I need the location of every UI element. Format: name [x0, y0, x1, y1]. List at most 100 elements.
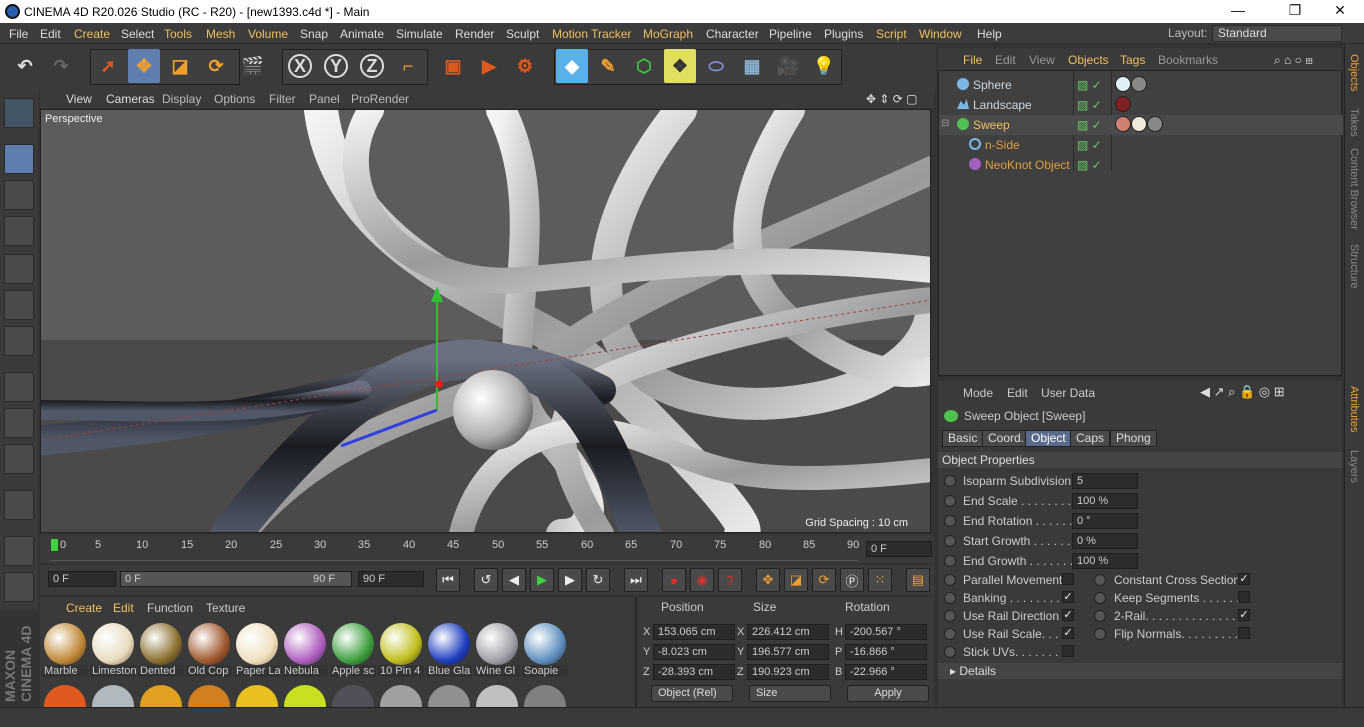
tab-coord[interactable]: Coord. [982, 430, 1031, 447]
rot-b-field[interactable]: -22.966 ° [845, 664, 927, 680]
cloner-icon[interactable]: ❖ [664, 49, 696, 83]
end-rotation-field[interactable]: 0 ° [1072, 513, 1138, 529]
points-mode-icon[interactable] [4, 254, 34, 284]
attr-menu-edit[interactable]: Edit [1007, 386, 1028, 400]
keyframe-radio[interactable] [944, 592, 956, 604]
attr-menu-mode[interactable]: Mode [963, 386, 993, 400]
axis-mode-icon[interactable] [4, 372, 34, 402]
edges-mode-icon[interactable] [4, 290, 34, 320]
use-rail-direction-checkbox[interactable]: ✓ [1062, 609, 1074, 621]
object-menu-tags[interactable]: Tags [1120, 53, 1145, 67]
menu-mesh[interactable]: Mesh [206, 27, 235, 41]
pos-z-field[interactable]: -28.393 cm [653, 664, 735, 680]
visibility-check-icon[interactable]: ▨ ✓ [1077, 78, 1102, 92]
menu-help[interactable]: Help [977, 27, 1002, 41]
material-tags[interactable] [1115, 76, 1147, 95]
pos-y-field[interactable]: -8.023 cm [653, 644, 735, 660]
size-x-field[interactable]: 226.412 cm [747, 624, 829, 640]
object-menu-view[interactable]: View [1029, 53, 1055, 67]
coordinate-system-icon[interactable]: ⌐ [392, 49, 424, 83]
size-z-field[interactable]: 190.923 cm [747, 664, 829, 680]
next-key-icon[interactable]: ↻ [586, 568, 610, 592]
material-swatch[interactable] [380, 685, 422, 707]
material-swatch[interactable]: Old Cop [186, 621, 232, 677]
texture-mode-icon[interactable] [4, 180, 34, 210]
y-axis-lock-button[interactable]: Y [320, 49, 352, 83]
menu-animate[interactable]: Animate [340, 27, 384, 41]
material-menu-texture[interactable]: Texture [206, 601, 245, 615]
keyframe-radio[interactable] [944, 495, 956, 507]
preview-end-field[interactable]: 90 F [358, 571, 424, 587]
menu-plugins[interactable]: Plugins [824, 27, 863, 41]
render-settings-icon[interactable]: ⚙ [509, 49, 541, 83]
two-rail-checkbox[interactable]: ✓ [1238, 609, 1250, 621]
menu-render[interactable]: Render [455, 27, 494, 41]
material-swatch[interactable]: Soapie [522, 621, 568, 677]
menu-mograph[interactable]: MoGraph [643, 27, 693, 41]
material-swatch[interactable] [236, 685, 278, 707]
key-scale-icon[interactable]: ◪ [784, 568, 808, 592]
menu-pipeline[interactable]: Pipeline [769, 27, 812, 41]
viewport-menu-prorender[interactable]: ProRender [351, 92, 409, 106]
menu-window[interactable]: Window [919, 27, 962, 41]
menu-motion-tracker[interactable]: Motion Tracker [552, 27, 631, 41]
start-growth-field[interactable]: 0 % [1072, 533, 1138, 549]
dock-tab-layers[interactable]: Layers [1348, 450, 1360, 483]
menu-select[interactable]: Select [121, 27, 154, 41]
keyframe-radio[interactable] [944, 535, 956, 547]
key-rotation-icon[interactable]: ⟳ [812, 568, 836, 592]
keyframe-radio[interactable] [944, 646, 956, 658]
material-swatch[interactable] [332, 685, 374, 707]
solo-mode-icon[interactable] [4, 444, 34, 474]
object-row-sphere[interactable]: Sphere ▨ ✓ [939, 75, 1343, 95]
tab-basic[interactable]: Basic [942, 430, 984, 447]
object-row-neoknot[interactable]: NeoKnot Object ▨ ✓ [939, 155, 1343, 175]
object-row-landscape[interactable]: Landscape ▨ ✓ [939, 95, 1343, 115]
locked-workplane-icon[interactable] [4, 572, 34, 602]
make-editable-icon[interactable] [4, 98, 34, 128]
expand-toggle-icon[interactable]: ⊟ [941, 118, 949, 129]
object-menu-objects[interactable]: Objects [1068, 53, 1109, 67]
keyframe-radio[interactable] [944, 515, 956, 527]
rot-h-field[interactable]: -200.567 ° [845, 624, 927, 640]
material-swatch[interactable] [476, 685, 518, 707]
dock-tab-takes[interactable]: Takes [1348, 108, 1360, 137]
menu-edit[interactable]: Edit [40, 27, 61, 41]
keyframe-radio[interactable] [1094, 574, 1106, 586]
material-swatch[interactable] [92, 685, 134, 707]
end-growth-field[interactable]: 100 % [1072, 553, 1138, 569]
light-icon[interactable]: 💡 [808, 49, 840, 83]
keyframe-selection-icon[interactable]: ? [718, 568, 742, 592]
select-cursor-icon[interactable]: ➚ [92, 49, 124, 83]
keep-segments-checkbox[interactable] [1238, 591, 1250, 603]
material-swatch[interactable] [428, 685, 470, 707]
material-swatch[interactable]: Wine Gl [474, 621, 520, 677]
attr-nav-icons[interactable]: ◀ ↗ ⌕ 🔒 ◎ ⊞ [1200, 384, 1285, 400]
close-button[interactable]: ✕ [1330, 2, 1350, 20]
material-swatch[interactable] [524, 685, 566, 707]
banking-checkbox[interactable]: ✓ [1062, 591, 1074, 603]
go-to-end-icon[interactable]: ⏭ [624, 568, 648, 592]
preview-start-field[interactable]: 0 F [48, 571, 116, 587]
preview-range-slider[interactable]: 0 F 90 F [120, 571, 352, 587]
timeline-ruler[interactable]: 0 5 10 15 20 25 30 35 40 45 50 55 60 65 … [40, 535, 934, 563]
workplane-grid-icon[interactable] [4, 536, 34, 566]
undo-icon[interactable]: ↶ [9, 49, 41, 83]
viewport-navigation-icons[interactable]: ✥ ⇕ ⟳ ▢ [866, 92, 918, 106]
x-axis-lock-button[interactable]: X [284, 49, 316, 83]
viewport-menu-display[interactable]: Display [162, 92, 201, 106]
material-menu-create[interactable]: Create [66, 601, 102, 615]
keyframe-radio[interactable] [944, 475, 956, 487]
viewport-menu-panel[interactable]: Panel [309, 92, 340, 106]
render-region-icon[interactable]: ▣ [437, 49, 469, 83]
workplane-mode-icon[interactable] [4, 216, 34, 246]
material-swatch[interactable]: Blue Gla [426, 621, 472, 677]
restore-button[interactable]: ❐ [1285, 2, 1305, 20]
apply-button[interactable]: Apply [847, 685, 929, 702]
previous-frame-icon[interactable]: ◀ [502, 568, 526, 592]
material-swatch[interactable] [284, 685, 326, 707]
object-menu-bookmarks[interactable]: Bookmarks [1158, 53, 1218, 67]
material-swatch[interactable]: Dented [138, 621, 184, 677]
keyframe-radio[interactable] [944, 555, 956, 567]
parallel-movement-checkbox[interactable] [1062, 573, 1074, 585]
